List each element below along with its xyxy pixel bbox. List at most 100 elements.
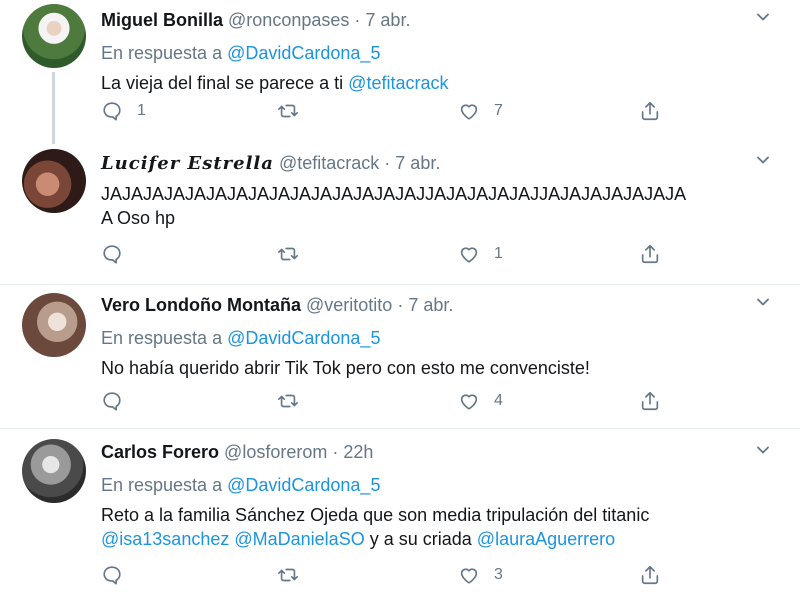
like-button[interactable]: 3	[458, 563, 503, 587]
reply-prefix: En respuesta a	[101, 475, 223, 495]
tweet-content: Miguel Bonilla @ronconpases · 7 abr. En …	[101, 9, 760, 95]
reply-context: En respuesta a @DavidCardona_5	[101, 327, 760, 349]
tweet-text: JAJAJAJAJAJAJAJAJAJAJAJAJAJAJAJJAJAJAJAJ…	[101, 182, 760, 230]
retweet-icon	[278, 104, 298, 118]
thread-connector	[52, 72, 55, 144]
author-handle[interactable]: @veritotito	[306, 295, 392, 315]
reply-button[interactable]: 1	[101, 99, 146, 123]
tweet-header: Miguel Bonilla @ronconpases · 7 abr.	[101, 9, 760, 31]
reply-context: En respuesta a @DavidCardona_5	[101, 42, 760, 64]
separator-dot: ·	[397, 295, 404, 315]
reply-prefix: En respuesta a	[101, 328, 223, 348]
avatar[interactable]	[22, 4, 86, 68]
tweet-text-line: JAJAJAJAJAJAJAJAJAJAJAJAJAJAJAJJAJAJAJAJ…	[101, 184, 687, 204]
retweet-button[interactable]	[277, 242, 313, 266]
tweet-1[interactable]: Miguel Bonilla @ronconpases · 7 abr. En …	[0, 0, 800, 145]
tweet-text-body: La vieja del final se parece a ti	[101, 73, 344, 93]
chevron-down-icon[interactable]	[756, 10, 770, 24]
like-count: 3	[494, 566, 503, 583]
retweet-button[interactable]	[277, 389, 313, 413]
share-button[interactable]	[639, 99, 661, 123]
avatar[interactable]	[22, 439, 86, 503]
tweet-header: Vero Londoño Montaña @veritotito · 7 abr…	[101, 294, 760, 316]
tweet-text-line: Reto a la familia Sánchez Ojeda que son …	[101, 505, 650, 525]
like-button[interactable]: 4	[458, 389, 503, 413]
like-button[interactable]: 1	[458, 242, 503, 266]
tweet-text: Reto a la familia Sánchez Ojeda que son …	[101, 503, 760, 551]
reply-to-link[interactable]: @DavidCardona_5	[227, 43, 380, 63]
like-count: 4	[494, 392, 503, 409]
share-icon	[641, 244, 659, 264]
share-button[interactable]	[639, 242, 661, 266]
mention-link[interactable]: @MaDanielaSO	[234, 529, 364, 549]
timestamp[interactable]: 7 abr.	[408, 295, 453, 315]
reply-icon	[103, 102, 121, 121]
separator-dot: ·	[354, 10, 361, 30]
timestamp[interactable]: 7 abr.	[395, 153, 440, 173]
tweet-3[interactable]: Vero Londoño Montaña @veritotito · 7 abr…	[0, 285, 800, 428]
tweet-content: Carlos Forero @losforerom · 22h En respu…	[101, 441, 760, 551]
author-handle[interactable]: @tefitacrack	[279, 153, 379, 173]
retweet-icon	[278, 568, 298, 582]
reply-prefix: En respuesta a	[101, 43, 223, 63]
like-icon	[460, 104, 478, 120]
tweet-text-body: No había querido abrir Tik Tok pero con …	[101, 358, 590, 378]
reply-to-link[interactable]: @DavidCardona_5	[227, 328, 380, 348]
mention-link[interactable]: @tefitacrack	[348, 73, 448, 93]
reply-button[interactable]	[101, 563, 137, 587]
share-button[interactable]	[639, 563, 661, 587]
retweet-icon	[278, 247, 298, 261]
like-icon	[460, 568, 478, 584]
tweet-header: Carlos Forero @losforerom · 22h	[101, 441, 760, 463]
retweet-icon	[278, 394, 298, 408]
tweet-text: No había querido abrir Tik Tok pero con …	[101, 356, 760, 380]
reply-count: 1	[137, 102, 146, 119]
mention-link[interactable]: @lauraAguerrero	[477, 529, 615, 549]
author-name[interactable]: Carlos Forero	[101, 442, 219, 462]
tweet-2[interactable]: Lucifer Estrella @tefitacrack · 7 abr. J…	[0, 145, 800, 285]
tweet-text-line: @isa13sanchez @MaDanielaSO y a su criada…	[101, 527, 760, 551]
retweet-button[interactable]	[277, 563, 313, 587]
timestamp[interactable]: 7 abr.	[365, 10, 410, 30]
like-icon	[460, 247, 478, 263]
like-icon	[460, 394, 478, 410]
tweet-text: La vieja del final se parece a ti @tefit…	[101, 71, 760, 95]
mention-link[interactable]: @isa13sanchez	[101, 529, 229, 549]
like-count: 7	[494, 102, 503, 119]
author-handle[interactable]: @losforerom	[224, 442, 327, 462]
tweet-content: Vero Londoño Montaña @veritotito · 7 abr…	[101, 294, 760, 380]
reply-button[interactable]	[101, 242, 137, 266]
reply-to-link[interactable]: @DavidCardona_5	[227, 475, 380, 495]
author-handle[interactable]: @ronconpases	[228, 10, 349, 30]
reply-icon	[103, 392, 121, 411]
author-name[interactable]: Miguel Bonilla	[101, 10, 223, 30]
tweet-text-line: A Oso hp	[101, 208, 176, 228]
author-name[interactable]: Lucifer Estrella	[101, 153, 274, 174]
avatar[interactable]	[22, 293, 86, 357]
chevron-down-icon[interactable]	[756, 295, 770, 309]
tweet-4[interactable]: Carlos Forero @losforerom · 22h En respu…	[0, 429, 800, 603]
reply-button[interactable]	[101, 389, 137, 413]
retweet-button[interactable]	[277, 99, 313, 123]
share-icon	[641, 391, 659, 411]
chevron-down-icon[interactable]	[756, 443, 770, 457]
tweet-text-body: y a su criada	[369, 529, 472, 549]
like-count: 1	[494, 245, 503, 262]
reply-context: En respuesta a @DavidCardona_5	[101, 474, 760, 496]
tweet-actions: 1 7	[101, 99, 661, 123]
tweet-actions: 1	[101, 242, 661, 266]
like-button[interactable]: 7	[458, 99, 503, 123]
tweet-header: Lucifer Estrella @tefitacrack · 7 abr.	[101, 152, 760, 175]
tweet-actions: 4	[101, 389, 661, 413]
reply-icon	[103, 245, 121, 264]
separator-dot: ·	[384, 153, 391, 173]
tweet-actions: 3	[101, 563, 661, 587]
chevron-down-icon[interactable]	[756, 153, 770, 167]
avatar[interactable]	[22, 149, 86, 213]
author-name[interactable]: Vero Londoño Montaña	[101, 295, 301, 315]
share-button[interactable]	[639, 389, 661, 413]
share-icon	[641, 101, 659, 121]
timestamp[interactable]: 22h	[343, 442, 373, 462]
tweet-content: Lucifer Estrella @tefitacrack · 7 abr. J…	[101, 152, 760, 230]
reply-icon	[103, 566, 121, 585]
